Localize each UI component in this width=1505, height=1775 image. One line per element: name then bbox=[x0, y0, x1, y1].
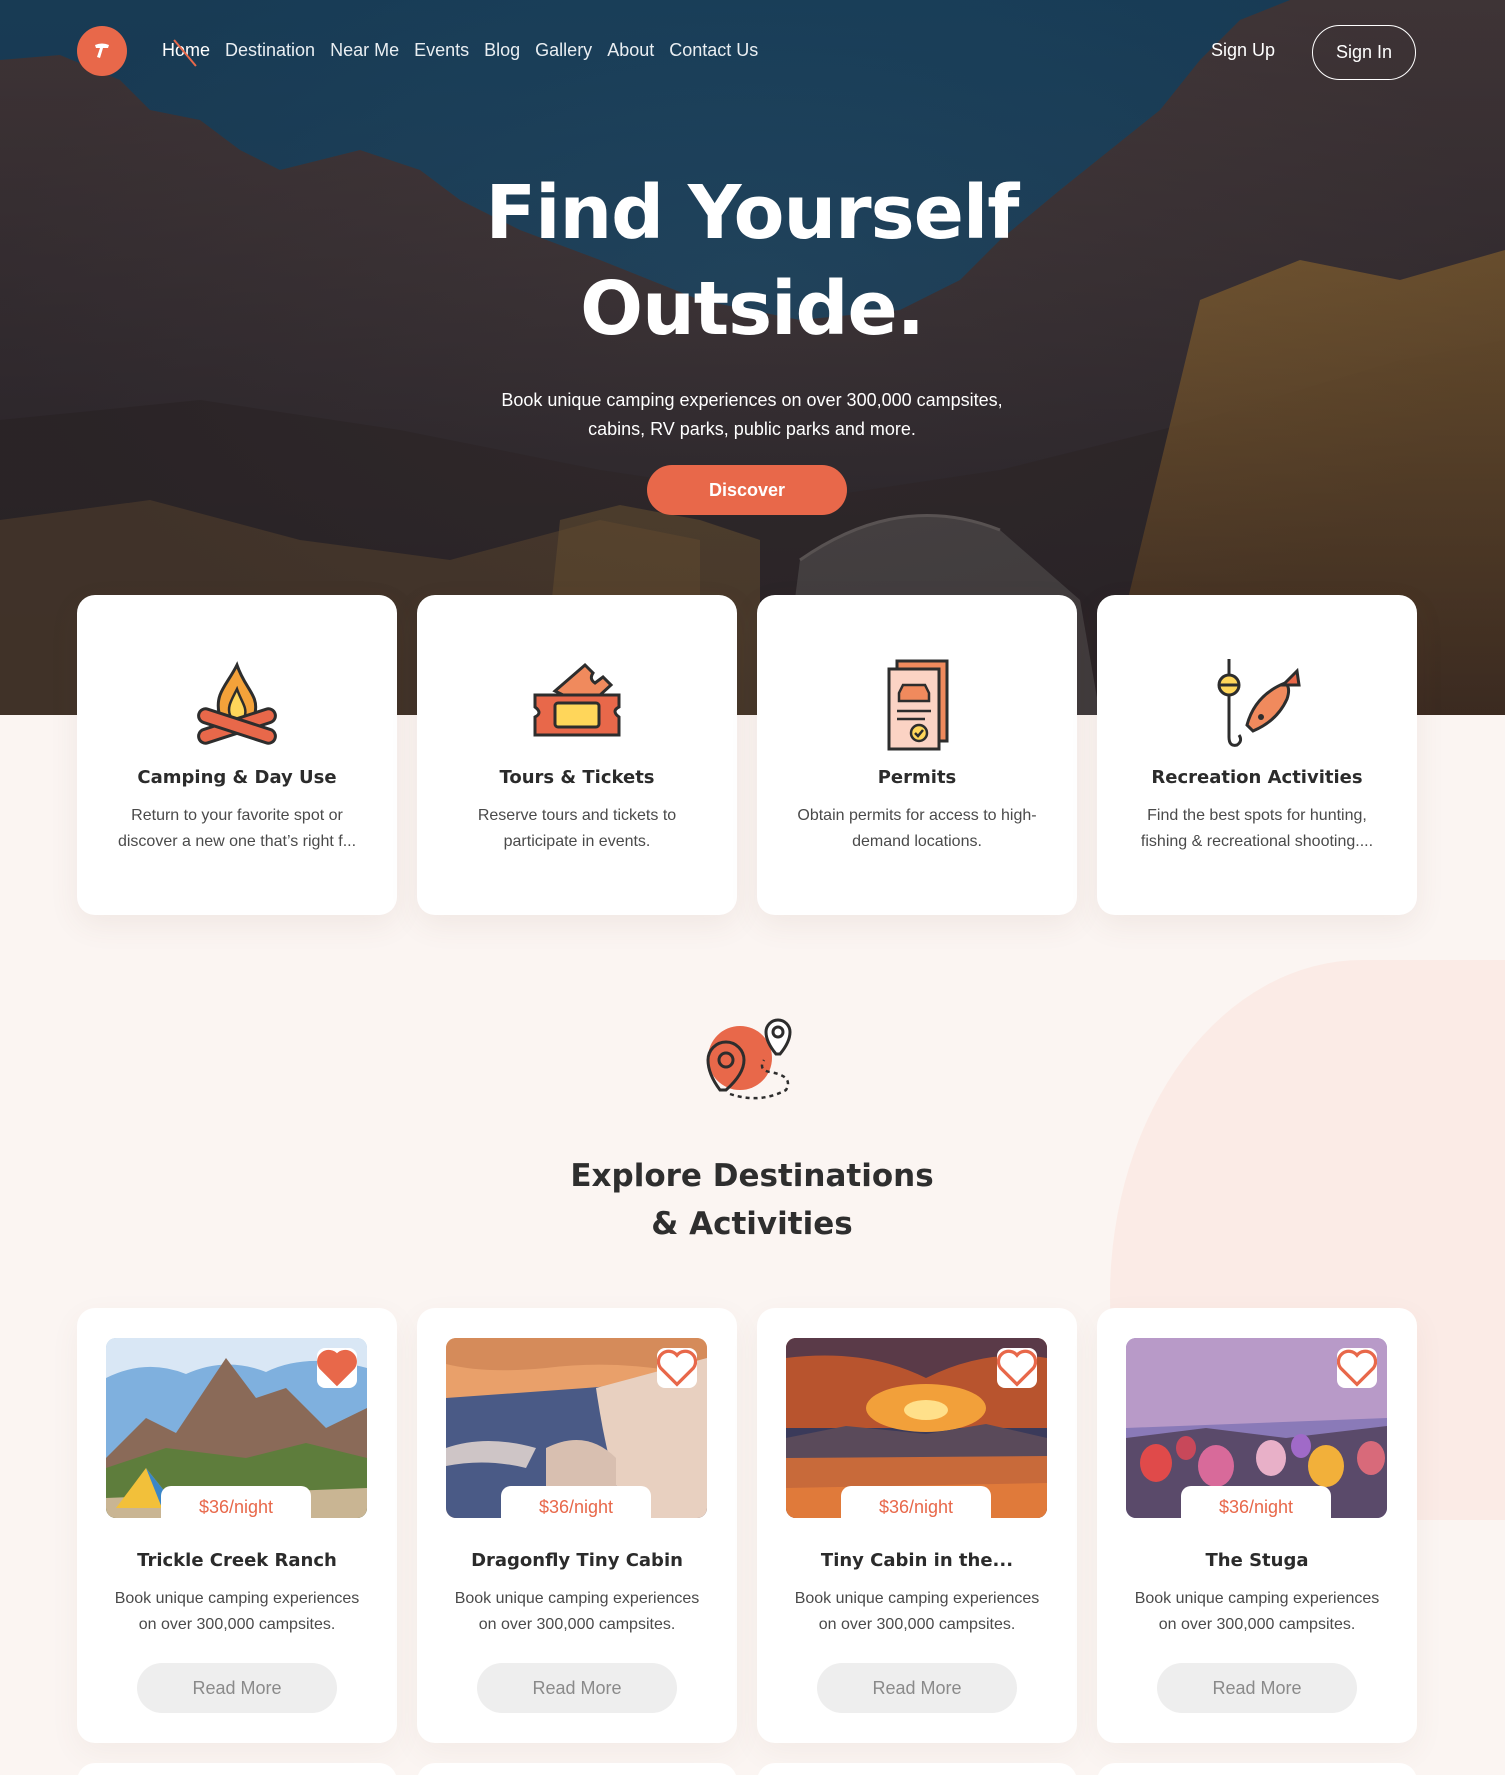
nav-item-label: Home bbox=[162, 40, 211, 60]
nav-item-blog[interactable]: Blog bbox=[484, 40, 520, 61]
service-title: Permits bbox=[877, 767, 957, 788]
service-card-permits[interactable]: Permits Obtain permits for access to hig… bbox=[757, 595, 1077, 915]
destination-image[interactable]: $36/night bbox=[106, 1338, 367, 1518]
nav-item-contact-us[interactable]: Contact Us bbox=[669, 40, 758, 61]
explore-title-line-1: Explore Destinations bbox=[570, 1158, 934, 1194]
destination-title[interactable]: Trickle Creek Ranch bbox=[77, 1550, 397, 1571]
favorite-button[interactable] bbox=[997, 1348, 1037, 1388]
service-card-recreation[interactable]: Recreation Activities Find the best spot… bbox=[1097, 595, 1417, 915]
hero-title-line-1: Find Yourself bbox=[485, 170, 1020, 256]
destination-card-next-row bbox=[757, 1763, 1077, 1775]
destination-card-next-row bbox=[77, 1763, 397, 1775]
destination-card-next-row bbox=[1097, 1763, 1417, 1775]
logo-mark-icon bbox=[95, 43, 109, 58]
heart-outline-icon bbox=[1337, 1349, 1377, 1387]
nav-item-about[interactable]: About bbox=[607, 40, 654, 61]
nav-item-events[interactable]: Events bbox=[414, 40, 469, 61]
permit-document-icon bbox=[887, 659, 949, 751]
price-tag: $36/night bbox=[841, 1486, 991, 1518]
nav-item-near-me[interactable]: Near Me bbox=[330, 40, 399, 61]
sign-up-link[interactable]: Sign Up bbox=[1211, 40, 1275, 61]
destination-card[interactable]: $36/night Dragonfly Tiny Cabin Book uniq… bbox=[417, 1308, 737, 1743]
favorite-button[interactable] bbox=[1337, 1348, 1377, 1388]
destination-image[interactable]: $36/night bbox=[446, 1338, 707, 1518]
destination-card[interactable]: $36/night Trickle Creek Ranch Book uniqu… bbox=[77, 1308, 397, 1743]
destination-image[interactable]: $36/night bbox=[1126, 1338, 1387, 1518]
hero-title: Find Yourself Outside. bbox=[352, 165, 1152, 357]
service-description: Find the best spots for hunting, fishing… bbox=[1140, 807, 1374, 850]
hero-subtitle: Book unique camping experiences on over … bbox=[452, 386, 1052, 444]
destination-description: Book unique camping experiences on over … bbox=[454, 1590, 700, 1633]
nav-item-home[interactable]: Home bbox=[162, 39, 211, 67]
read-more-button[interactable]: Read More bbox=[137, 1663, 337, 1713]
hero-title-line-2: Outside. bbox=[580, 266, 925, 352]
sign-in-button[interactable]: Sign In bbox=[1312, 25, 1416, 80]
destination-description: Book unique camping experiences on over … bbox=[114, 1590, 360, 1633]
ticket-icon bbox=[533, 662, 621, 737]
hero-subtitle-line-2: cabins, RV parks, public parks and more. bbox=[588, 419, 916, 439]
hero-subtitle-line-1: Book unique camping experiences on over … bbox=[501, 390, 1003, 410]
price-tag: $36/night bbox=[501, 1486, 651, 1518]
favorite-button[interactable] bbox=[317, 1348, 357, 1388]
service-card-tours[interactable]: Tours & Tickets Reserve tours and ticket… bbox=[417, 595, 737, 915]
destination-card[interactable]: $36/night Tiny Cabin in the... Book uniq… bbox=[757, 1308, 1077, 1743]
discover-button[interactable]: Discover bbox=[647, 465, 847, 515]
destination-description: Book unique camping experiences on over … bbox=[794, 1590, 1040, 1633]
destination-title[interactable]: Dragonfly Tiny Cabin bbox=[417, 1550, 737, 1571]
heart-filled-icon bbox=[317, 1349, 357, 1387]
service-title: Tours & Tickets bbox=[499, 767, 655, 788]
service-description: Obtain permits for access to high-demand… bbox=[797, 807, 1037, 850]
service-title: Camping & Day Use bbox=[137, 767, 337, 788]
service-title: Recreation Activities bbox=[1151, 767, 1363, 788]
service-card-camping[interactable]: Camping & Day Use Return to your favorit… bbox=[77, 595, 397, 915]
price-tag: $36/night bbox=[1181, 1486, 1331, 1518]
destination-image[interactable]: $36/night bbox=[786, 1338, 1047, 1518]
main-navigation: Home Destination Near Me Events Blog Gal… bbox=[162, 39, 758, 67]
price-tag: $36/night bbox=[161, 1486, 311, 1518]
destination-card[interactable]: $36/night The Stuga Book unique camping … bbox=[1097, 1308, 1417, 1743]
destination-description: Book unique camping experiences on over … bbox=[1134, 1590, 1380, 1633]
service-description: Reserve tours and tickets to participate… bbox=[477, 807, 677, 850]
map-route-icon bbox=[706, 1018, 792, 1100]
favorite-button[interactable] bbox=[657, 1348, 697, 1388]
campfire-icon bbox=[197, 661, 277, 745]
destination-card-next-row bbox=[417, 1763, 737, 1775]
read-more-button[interactable]: Read More bbox=[1157, 1663, 1357, 1713]
explore-section-title: Explore Destinations & Activities bbox=[452, 1152, 1052, 1248]
nav-item-destination[interactable]: Destination bbox=[225, 40, 315, 61]
destination-title[interactable]: Tiny Cabin in the... bbox=[757, 1550, 1077, 1571]
service-description: Return to your favorite spot or discover… bbox=[117, 807, 357, 850]
destination-title[interactable]: The Stuga bbox=[1097, 1550, 1417, 1571]
fishing-icon bbox=[1217, 659, 1301, 747]
read-more-button[interactable]: Read More bbox=[477, 1663, 677, 1713]
read-more-button[interactable]: Read More bbox=[817, 1663, 1017, 1713]
site-logo[interactable] bbox=[77, 26, 127, 76]
explore-title-line-2: & Activities bbox=[651, 1206, 853, 1242]
heart-outline-icon bbox=[657, 1349, 697, 1387]
heart-outline-icon bbox=[997, 1349, 1037, 1387]
nav-item-gallery[interactable]: Gallery bbox=[535, 40, 592, 61]
